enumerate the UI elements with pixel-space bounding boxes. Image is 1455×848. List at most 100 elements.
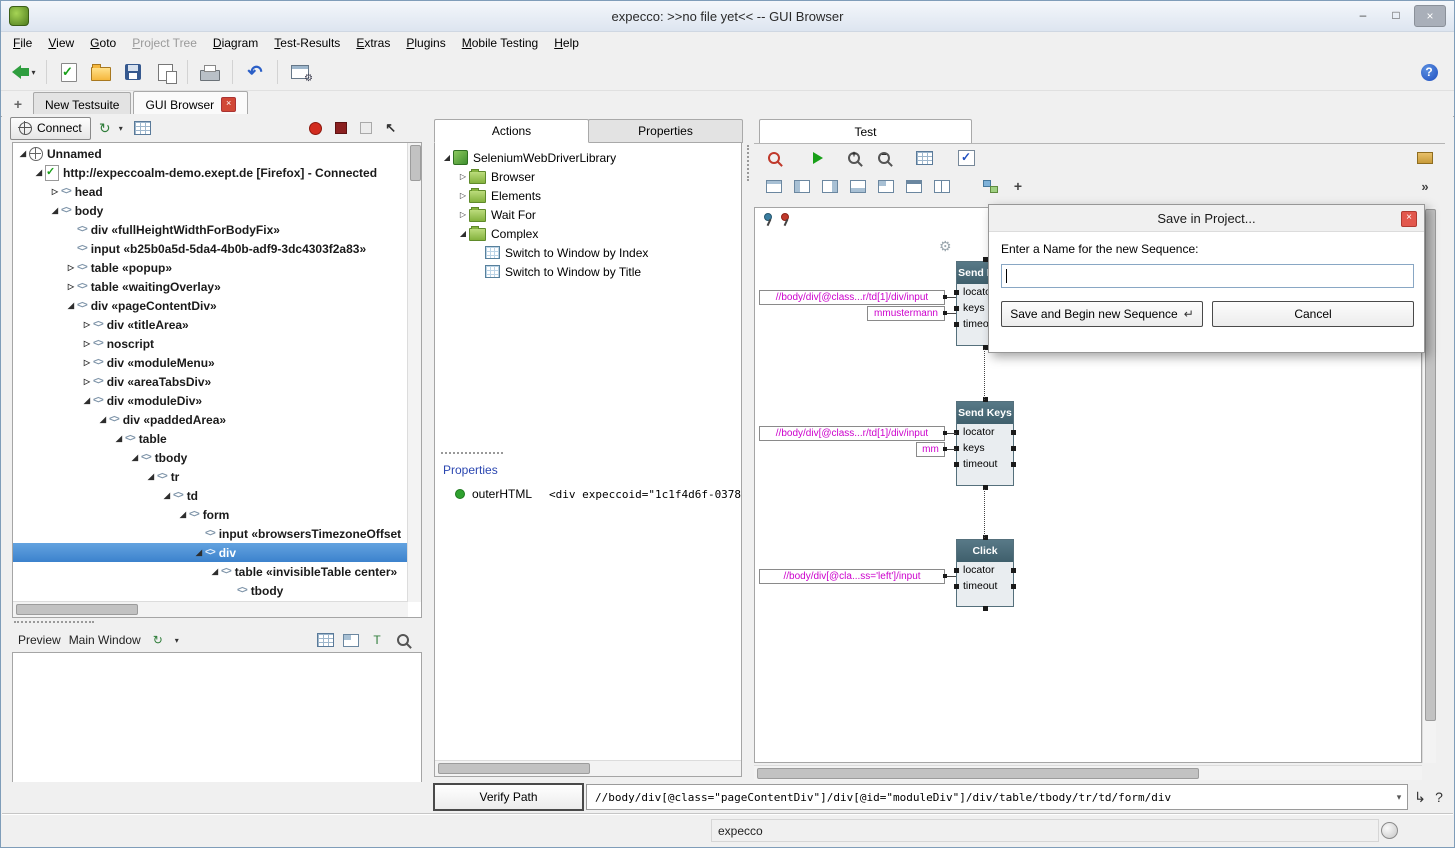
canvas-hscrollbar[interactable]: [754, 765, 1422, 780]
vertical-splitter[interactable]: [743, 119, 753, 777]
tree-expand-icon[interactable]: ◢: [145, 472, 157, 481]
windows-icon[interactable]: [342, 631, 360, 649]
pin-value[interactable]: //body/div[@cla...ss='left']/input: [759, 569, 945, 584]
menu-diagram[interactable]: Diagram: [205, 33, 266, 53]
diagram-block[interactable]: Clicklocatortimeout: [956, 539, 1014, 607]
overflow-chevron-icon[interactable]: »: [1415, 176, 1435, 196]
tree-expand-icon[interactable]: ◢: [161, 491, 173, 500]
select-all-icon[interactable]: ✓: [956, 148, 976, 168]
maximize-button[interactable]: □: [1381, 5, 1411, 25]
grid-icon[interactable]: [316, 631, 334, 649]
insert-path-icon[interactable]: ↳: [1411, 786, 1429, 808]
tree-expand-icon[interactable]: ▷: [81, 320, 93, 329]
refresh-icon[interactable]: ↻: [94, 117, 116, 139]
tree-item[interactable]: ◢<>div «paddedArea»: [13, 410, 408, 429]
tree-item[interactable]: ▷<>div «titleArea»: [13, 315, 408, 334]
action-item[interactable]: ◢SeleniumWebDriverLibrary: [435, 148, 739, 167]
menu-plugins[interactable]: Plugins: [398, 33, 453, 53]
chevron-down-icon[interactable]: ▾: [175, 636, 185, 645]
test-tab[interactable]: Test: [759, 119, 972, 143]
tree-expand-icon[interactable]: ◢: [193, 548, 205, 557]
action-item[interactable]: Switch to Window by Index: [435, 243, 739, 262]
save-icon[interactable]: [118, 57, 148, 87]
tab-close-icon[interactable]: ×: [221, 97, 236, 112]
zoom-out-icon[interactable]: –: [874, 148, 894, 168]
menu-view[interactable]: View: [40, 33, 82, 53]
tree-expand-icon[interactable]: ◢: [177, 510, 189, 519]
font-size-icon[interactable]: T: [368, 631, 386, 649]
layout-bottom-icon[interactable]: [848, 176, 868, 196]
print-icon[interactable]: [195, 57, 225, 87]
tree-item[interactable]: <>input «browsersTimezoneOffset: [13, 524, 408, 543]
preview-splitter[interactable]: [14, 621, 94, 623]
tree-item[interactable]: ▷<>head: [13, 182, 408, 201]
tree-item[interactable]: ▷<>table «waitingOverlay»: [13, 277, 408, 296]
tree-item[interactable]: ◢<>td: [13, 486, 408, 505]
tree-item[interactable]: ▷<>noscript: [13, 334, 408, 353]
sequence-name-input[interactable]: [1001, 264, 1414, 288]
menu-file[interactable]: File: [5, 33, 40, 53]
tree-expand-icon[interactable]: ▷: [457, 191, 469, 200]
cancel-button[interactable]: Cancel: [1212, 301, 1414, 327]
tree-expand-icon[interactable]: ▷: [81, 377, 93, 386]
input-pin[interactable]: [954, 568, 959, 573]
back-icon[interactable]: ▾: [9, 57, 39, 87]
chevron-down-icon[interactable]: ▾: [119, 124, 129, 133]
menu-extras[interactable]: Extras: [348, 33, 398, 53]
save-and-begin-button[interactable]: Save and Begin new Sequence ↵: [1001, 301, 1203, 327]
tree-item[interactable]: ◢Unnamed: [13, 144, 408, 163]
output-pin[interactable]: [1011, 446, 1016, 451]
action-item[interactable]: ▷Wait For: [435, 205, 739, 224]
tree-item[interactable]: ▷<>div «areaTabsDiv»: [13, 372, 408, 391]
open-icon[interactable]: [86, 57, 116, 87]
tree-expand-icon[interactable]: ▷: [81, 339, 93, 348]
tab-new-testsuite[interactable]: New Testsuite: [33, 92, 131, 116]
pin-icon[interactable]: [760, 212, 774, 227]
action-item[interactable]: ◢Complex: [435, 224, 739, 243]
output-pin[interactable]: [1011, 568, 1016, 573]
tab-actions[interactable]: Actions: [434, 119, 589, 143]
tree-expand-icon[interactable]: ▷: [457, 210, 469, 219]
input-pin[interactable]: [954, 584, 959, 589]
tree-item[interactable]: ◢<>table «invisibleTable center»: [13, 562, 408, 581]
input-pin[interactable]: [954, 462, 959, 467]
minimize-button[interactable]: –: [1348, 5, 1378, 25]
input-pin[interactable]: [954, 306, 959, 311]
preview-window-select[interactable]: Main Window: [69, 633, 141, 647]
menu-mobile-testing[interactable]: Mobile Testing: [454, 33, 547, 53]
tree-expand-icon[interactable]: ▷: [457, 172, 469, 181]
zoom-in-icon[interactable]: +: [844, 148, 864, 168]
folder-icon[interactable]: [1415, 148, 1435, 168]
diagram-block[interactable]: Send Keyslocatorkeystimeout: [956, 401, 1014, 486]
dom-grid-icon[interactable]: [132, 117, 154, 139]
layout-left-icon[interactable]: [792, 176, 812, 196]
layout-corner-icon[interactable]: [876, 176, 896, 196]
accept-document-icon[interactable]: ✓: [54, 57, 84, 87]
middle-hscrollbar[interactable]: [435, 760, 741, 776]
pin-value[interactable]: //body/div[@class...r/td[1]/div/input: [759, 290, 945, 305]
input-pin[interactable]: [954, 322, 959, 327]
tree-expand-icon[interactable]: ◢: [65, 301, 77, 310]
output-pin[interactable]: [1011, 430, 1016, 435]
new-tab-button[interactable]: +: [9, 95, 27, 113]
tree-item[interactable]: <>input «b25b0a5d-5da4-4b0b-adf9-3dc4303…: [13, 239, 408, 258]
tree-item[interactable]: ◢<>form: [13, 505, 408, 524]
tree-expand-icon[interactable]: ▷: [65, 263, 77, 272]
scrollbar-thumb[interactable]: [1425, 209, 1436, 721]
tree-item[interactable]: ◢<>div «pageContentDiv»: [13, 296, 408, 315]
properties-header[interactable]: Properties: [443, 463, 498, 477]
pin-value[interactable]: //body/div[@class...r/td[1]/div/input: [759, 426, 945, 441]
scrollbar-thumb[interactable]: [757, 768, 1199, 779]
tree-item[interactable]: ◢<>tr: [13, 467, 408, 486]
tree-expand-icon[interactable]: ◢: [209, 567, 221, 576]
new-diagram-icon[interactable]: [980, 176, 1000, 196]
menu-test-results[interactable]: Test-Results: [266, 33, 348, 53]
preview-label[interactable]: Preview: [18, 633, 61, 647]
menu-help[interactable]: Help: [546, 33, 587, 53]
tree-expand-icon[interactable]: ◢: [457, 229, 469, 238]
new-window-icon[interactable]: [150, 57, 180, 87]
unpin-icon[interactable]: [777, 212, 791, 227]
tree-expand-icon[interactable]: ◢: [97, 415, 109, 424]
close-button[interactable]: ×: [1414, 5, 1446, 27]
pause-icon[interactable]: [355, 117, 377, 139]
